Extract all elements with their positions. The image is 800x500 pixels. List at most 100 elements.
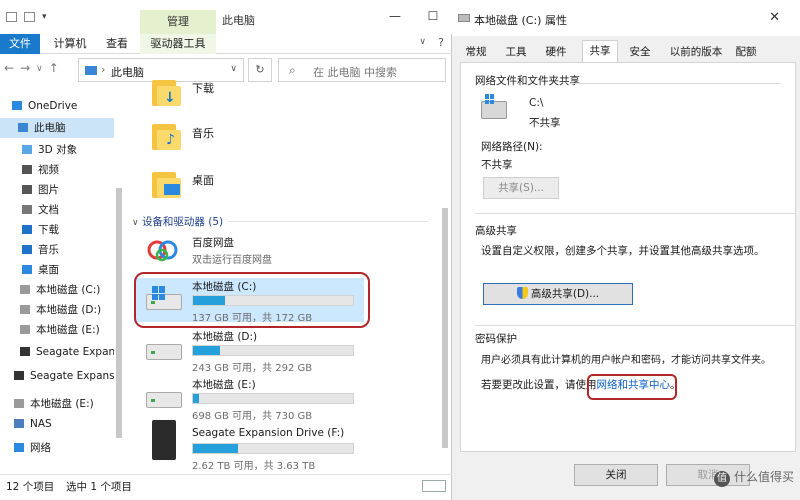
dialog-tabs: 常规 工具 硬件 共享 安全 以前的版本 配额	[452, 40, 800, 63]
refresh-button[interactable]: ↻	[248, 58, 272, 82]
share-button[interactable]: 共享(S)...	[483, 177, 559, 199]
collapse-chevron-icon[interactable]: ∨	[132, 218, 139, 228]
nav-item[interactable]: 3D 对象	[0, 140, 114, 160]
new-folder-icon[interactable]	[24, 12, 35, 22]
folder-label: 下载	[192, 82, 214, 95]
expand-ribbon-icon[interactable]: ∨	[419, 37, 426, 47]
manage-context-tab[interactable]: 管理	[140, 10, 216, 34]
nav-item[interactable]: Seagate Expans	[0, 342, 114, 362]
address-dropdown-icon[interactable]: ∨	[230, 64, 237, 74]
nav-item-label: 音乐	[38, 244, 59, 256]
tab-hardware[interactable]: 硬件	[542, 42, 570, 62]
network-icon	[14, 443, 24, 452]
content-scrollbar[interactable]	[440, 88, 450, 468]
desktop-folder-icon[interactable]	[152, 168, 182, 198]
nav-item[interactable]: 网络	[0, 438, 114, 458]
group-divider	[475, 325, 795, 326]
search-placeholder: 在 此电脑 中搜索	[313, 66, 397, 79]
content-scrollbar-thumb[interactable]	[442, 208, 448, 448]
hard-drive-icon	[146, 388, 182, 410]
nav-item[interactable]: 本地磁盘 (C:)	[0, 280, 114, 300]
forward-arrow-icon[interactable]: →	[20, 61, 30, 77]
pc-icon	[18, 123, 28, 132]
address-text: 此电脑	[111, 66, 144, 79]
nav-scrollbar[interactable]	[114, 88, 124, 468]
help-icon[interactable]: ?	[438, 36, 444, 49]
nav-scrollbar-thumb[interactable]	[116, 188, 122, 438]
tab-quota[interactable]: 配额	[730, 42, 762, 62]
nav-item[interactable]: Seagate Expansio	[0, 366, 114, 386]
nav-item-label: 文档	[38, 204, 59, 216]
selection-count: 选中 1 个项目	[66, 481, 132, 493]
drive-free-space: 243 GB 可用，共 292 GB	[192, 363, 313, 374]
tab-file[interactable]: 文件	[0, 34, 40, 54]
tab-previous-versions[interactable]: 以前的版本	[666, 42, 726, 62]
hard-drive-icon	[146, 340, 182, 362]
window-controls: — ☐	[376, 6, 452, 26]
tab-general[interactable]: 常规	[462, 42, 490, 62]
properties-icon[interactable]	[6, 12, 17, 22]
picture-icon	[22, 185, 32, 194]
tab-security[interactable]: 安全	[624, 42, 656, 62]
back-arrow-icon[interactable]: ←	[4, 61, 14, 77]
group-title-password-protection: 密码保护	[475, 333, 517, 345]
view-toggle-icon[interactable]	[422, 480, 446, 492]
recent-chevron-icon[interactable]: ∨	[36, 61, 43, 77]
maximize-button[interactable]: ☐	[414, 6, 452, 26]
drive-item[interactable]: 本地磁盘 (E:) 698 GB 可用，共 730 GB	[134, 376, 364, 422]
drive-free-space: 698 GB 可用，共 730 GB	[192, 411, 313, 422]
music-folder-icon[interactable]: ♪	[152, 120, 182, 150]
nav-item[interactable]: 此电脑	[0, 118, 114, 138]
cloud-icon	[12, 101, 22, 110]
pc-icon	[85, 66, 97, 75]
explorer-titlebar: ▾ 管理 此电脑 — ☐	[0, 0, 452, 34]
devices-section-header[interactable]: ∨ 设备和驱动器 (5)	[132, 214, 223, 229]
drive-item[interactable]: Seagate Expansion Drive (F:) 2.62 TB 可用，共…	[134, 420, 364, 472]
tab-view[interactable]: 查看	[100, 34, 134, 54]
properties-dialog: 本地磁盘 (C:) 属性 ✕ 常规 工具 硬件 共享 安全 以前的版本 配额 网…	[452, 0, 800, 500]
tab-computer[interactable]: 计算机	[52, 34, 88, 54]
drive-icon	[14, 399, 24, 408]
up-arrow-icon[interactable]: ↑	[49, 61, 59, 77]
nav-item[interactable]: 桌面	[0, 260, 114, 280]
nav-item-label: OneDrive	[28, 100, 78, 112]
close-button[interactable]: 关闭	[574, 464, 658, 486]
group-divider	[571, 83, 781, 84]
drive-usage-bar	[192, 393, 354, 404]
desktop-icon	[22, 265, 32, 274]
drive-usage-bar	[192, 345, 354, 356]
drive-item[interactable]: 本地磁盘 (D:) 243 GB 可用，共 292 GB	[134, 328, 364, 374]
advanced-sharing-button[interactable]: 高级共享(D)...	[483, 283, 633, 305]
nav-item[interactable]: OneDrive	[0, 96, 114, 116]
breadcrumb-chevron-icon: ›	[101, 63, 106, 76]
navigation-pane: OneDrive 此电脑 3D 对象 视频 图片 文档 下载 音乐 桌面 本地磁盘 (C:) 本地磁…	[0, 88, 122, 470]
network-path-label: 网络路径(N):	[481, 141, 543, 153]
nav-item-label: 此电脑	[34, 122, 66, 134]
drive-icon	[458, 14, 470, 22]
nav-item[interactable]: 图片	[0, 180, 114, 200]
nav-item[interactable]: 视频	[0, 160, 114, 180]
nav-item[interactable]: 本地磁盘 (E:)	[0, 394, 114, 414]
minimize-button[interactable]: —	[376, 6, 414, 26]
group-divider	[475, 213, 795, 214]
downloads-folder-icon[interactable]: ↓	[152, 76, 182, 106]
nav-item[interactable]: 音乐	[0, 240, 114, 260]
dialog-close-button[interactable]: ✕	[769, 10, 780, 25]
nav-item[interactable]: 文档	[0, 200, 114, 220]
nav-item[interactable]: 本地磁盘 (D:)	[0, 300, 114, 320]
customize-toolbar-icon[interactable]: ▾	[42, 12, 50, 22]
annotation-highlight-box	[134, 272, 370, 328]
search-input[interactable]: ⌕ 在 此电脑 中搜索	[278, 58, 446, 82]
nav-item[interactable]: 下载	[0, 220, 114, 240]
navigation-buttons: ← → ∨ ↑	[4, 61, 59, 77]
cube-icon	[22, 145, 32, 154]
nav-item-label: Seagate Expansio	[30, 370, 114, 382]
nav-item[interactable]: 本地磁盘 (E:)	[0, 320, 114, 340]
tab-drive-tools[interactable]: 驱动器工具	[140, 34, 216, 54]
baidu-netdisk-subtitle: 双击运行百度网盘	[192, 255, 272, 266]
nav-item[interactable]: NAS	[0, 414, 114, 434]
tab-tools[interactable]: 工具	[502, 42, 530, 62]
drive-usage-fill	[193, 394, 200, 403]
nav-item-label: Seagate Expans	[36, 346, 114, 358]
tab-sharing[interactable]: 共享	[582, 40, 618, 63]
